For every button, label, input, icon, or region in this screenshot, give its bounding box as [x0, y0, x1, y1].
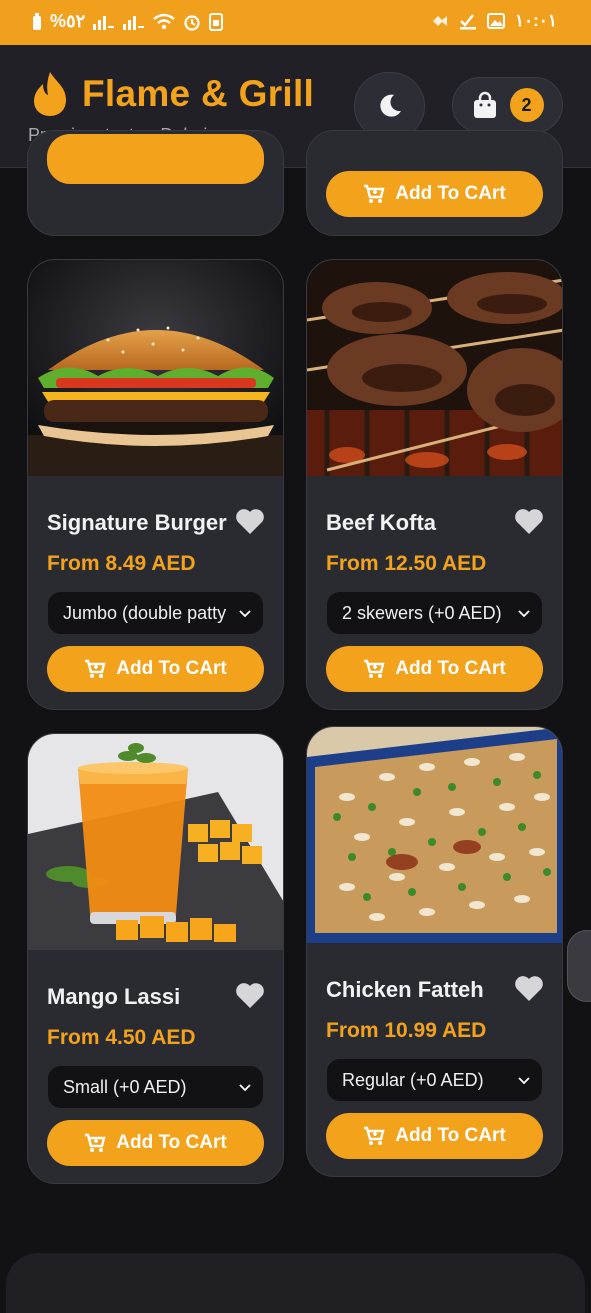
- size-select-value: Small (+0 AED): [63, 1077, 187, 1097]
- chevron-down-icon: [239, 610, 251, 618]
- product-price: From 10.99 AED: [326, 1019, 487, 1042]
- chevron-down-icon: [518, 610, 530, 618]
- product-card-partial-right: Add To CArt: [306, 130, 563, 236]
- product-price: From 8.49 AED: [47, 552, 196, 575]
- heart-icon[interactable]: [235, 981, 265, 1009]
- add-to-cart-button[interactable]: Add To CArt: [326, 1113, 543, 1159]
- chevron-down-icon: [518, 1077, 530, 1085]
- product-image-mango-lassi: [28, 734, 283, 950]
- add-to-cart-button-partial-left[interactable]: [47, 134, 264, 184]
- product-name: Mango Lassi: [47, 984, 181, 1009]
- add-to-cart-label: Add To CArt: [395, 183, 506, 204]
- product-card: Beef Kofta From 12.50 AED 2 skewers (+0 …: [306, 259, 563, 710]
- cart-count-badge: 2: [509, 88, 544, 122]
- add-to-cart-button-partial-right[interactable]: Add To CArt: [326, 171, 543, 217]
- cart-icon: [364, 1126, 385, 1145]
- size-select[interactable]: Regular (+0 AED): [326, 1058, 543, 1102]
- product-card: Mango Lassi From 4.50 AED Small (+0 AED)…: [27, 733, 284, 1184]
- cart-icon: [85, 1133, 106, 1152]
- product-name: Signature Burger: [47, 510, 227, 535]
- add-to-cart-label: Add To CArt: [395, 1125, 506, 1146]
- sim-icon: [209, 12, 224, 31]
- checklist-icon: [459, 14, 476, 30]
- product-card-partial-left: [27, 130, 284, 236]
- image-icon: [486, 13, 505, 29]
- add-to-cart-label: Add To CArt: [116, 1132, 227, 1153]
- cart-button[interactable]: 2: [452, 77, 563, 133]
- edge-panel-handle[interactable]: [567, 930, 591, 1002]
- wifi-icon: [153, 13, 176, 30]
- battery-icon: [33, 12, 41, 30]
- shopping-bag-icon: [473, 91, 496, 118]
- signal-icon: [93, 15, 115, 30]
- product-price: From 12.50 AED: [326, 552, 487, 575]
- brand: Flame & Grill: [30, 71, 314, 117]
- add-to-cart-label: Add To CArt: [116, 658, 227, 679]
- status-left: %٥٢: [32, 11, 224, 32]
- cart-icon: [85, 659, 106, 678]
- chevron-down-icon: [239, 1084, 251, 1092]
- signal-2-icon: [123, 15, 145, 30]
- product-name: Beef Kofta: [326, 510, 437, 535]
- product-price: From 4.50 AED: [47, 1026, 196, 1049]
- product-card: Signature Burger From 8.49 AED Jumbo (do…: [27, 259, 284, 710]
- heart-icon[interactable]: [514, 974, 544, 1002]
- size-select[interactable]: Jumbo (double patty: [47, 591, 264, 635]
- size-select-value: Jumbo (double patty: [63, 603, 227, 623]
- size-select-value: 2 skewers (+0 AED): [342, 603, 502, 623]
- product-name: Chicken Fatteh: [326, 977, 484, 1002]
- brand-name: Flame & Grill: [82, 73, 315, 114]
- product-image-fatteh: [307, 727, 562, 943]
- cart-icon: [364, 659, 385, 678]
- add-to-cart-label: Add To CArt: [395, 658, 506, 679]
- bottom-panel: [6, 1253, 585, 1313]
- heart-icon[interactable]: [514, 507, 544, 535]
- add-to-cart-button[interactable]: Add To CArt: [47, 1120, 264, 1166]
- add-to-cart-button[interactable]: Add To CArt: [47, 646, 264, 692]
- flame-icon: [34, 72, 66, 116]
- add-to-cart-button[interactable]: Add To CArt: [326, 646, 543, 692]
- clock: ١٠:٠١: [514, 11, 557, 30]
- size-select[interactable]: 2 skewers (+0 AED): [326, 591, 543, 635]
- alarm-icon: [184, 14, 200, 31]
- cart-icon: [364, 184, 385, 203]
- link-icon: [432, 16, 447, 26]
- product-image-kofta: [307, 260, 562, 476]
- battery-percent: %٥٢: [50, 11, 86, 31]
- size-select-value: Regular (+0 AED): [342, 1070, 484, 1090]
- product-card: Chicken Fatteh From 10.99 AED Regular (+…: [306, 726, 563, 1177]
- product-image-burger: [28, 260, 283, 476]
- heart-icon[interactable]: [235, 507, 265, 535]
- moon-icon: [379, 94, 401, 117]
- status-right: ١٠:٠١: [431, 11, 557, 31]
- status-bar: %٥٢ ١٠:٠١: [0, 0, 591, 45]
- size-select[interactable]: Small (+0 AED): [47, 1065, 264, 1109]
